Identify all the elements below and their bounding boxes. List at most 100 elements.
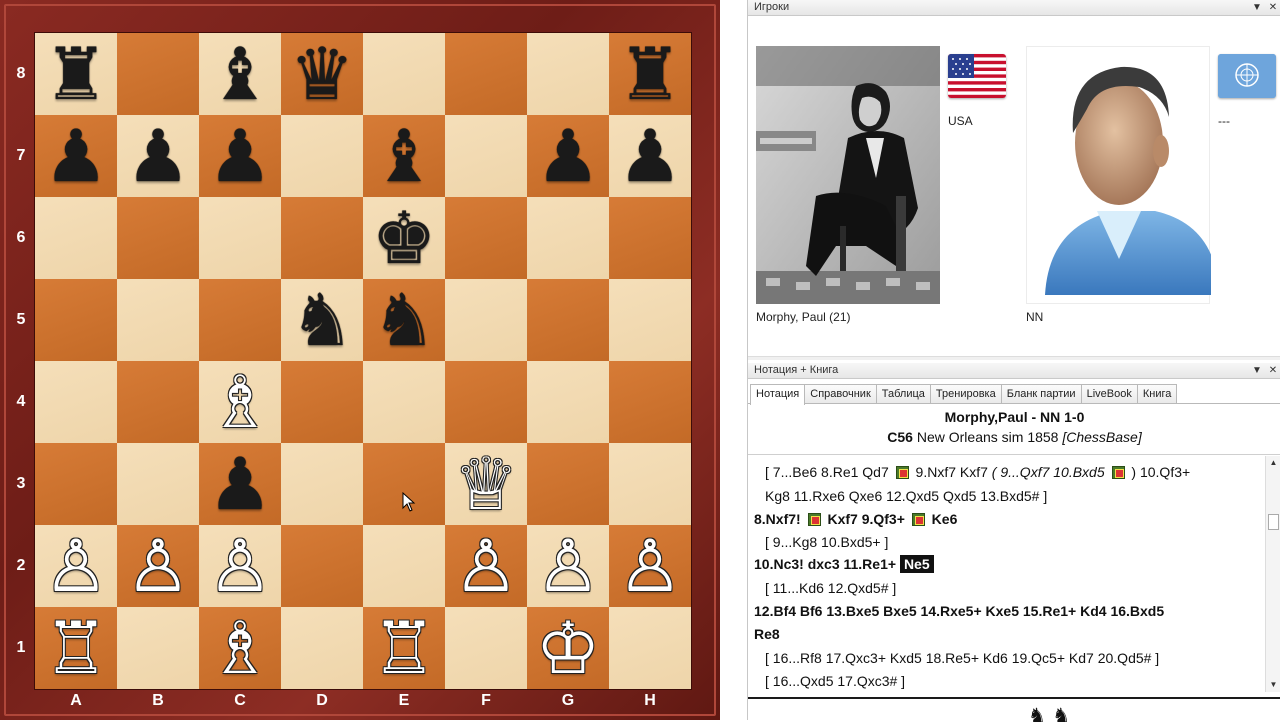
square-h5[interactable]	[609, 279, 691, 361]
square-g5[interactable]	[527, 279, 609, 361]
square-g3[interactable]	[527, 443, 609, 525]
move-text[interactable]: 9.Nxf7 Kxf7	[912, 464, 992, 480]
white-queen-icon[interactable]: ♕	[454, 448, 519, 520]
square-b5[interactable]	[117, 279, 199, 361]
square-h1[interactable]	[609, 607, 691, 689]
black-knight-icon[interactable]: ♞	[372, 284, 437, 356]
black-pawn-icon[interactable]: ♟	[536, 120, 601, 192]
square-d3[interactable]	[281, 443, 363, 525]
white-pawn-icon[interactable]: ♙	[44, 530, 109, 602]
black-queen-icon[interactable]: ♛	[290, 38, 355, 110]
square-d1[interactable]	[281, 607, 363, 689]
scroll-up-icon[interactable]: ▲	[1266, 456, 1280, 470]
notation-scrollbar[interactable]: ▲ ▼	[1265, 456, 1280, 692]
square-g7[interactable]: ♟	[527, 115, 609, 197]
square-e3[interactable]	[363, 443, 445, 525]
black-pawn-icon[interactable]: ♟	[618, 120, 683, 192]
square-e4[interactable]	[363, 361, 445, 443]
square-e7[interactable]: ♝	[363, 115, 445, 197]
notation-line[interactable]: [ 7...Be6 8.Re1 Qd7 9.Nxf7 Kxf7 ( 9...Qx…	[765, 464, 1190, 480]
square-h7[interactable]: ♟	[609, 115, 691, 197]
move-text[interactable]: Ke6	[928, 511, 958, 527]
white-rook-icon[interactable]: ♖	[44, 612, 109, 684]
square-h6[interactable]	[609, 197, 691, 279]
tab-reference[interactable]: Справочник	[804, 384, 877, 404]
white-pawn-icon[interactable]: ♙	[536, 530, 601, 602]
square-g6[interactable]	[527, 197, 609, 279]
black-pawn-icon[interactable]: ♟	[208, 120, 273, 192]
annotation-diagram-icon[interactable]	[911, 513, 925, 526]
white-king-icon[interactable]: ♔	[536, 612, 601, 684]
square-f6[interactable]	[445, 197, 527, 279]
square-b4[interactable]	[117, 361, 199, 443]
annotation-diagram-icon[interactable]	[1111, 466, 1125, 479]
square-h4[interactable]	[609, 361, 691, 443]
square-e5[interactable]: ♞	[363, 279, 445, 361]
pane-menu-icon[interactable]: ▼	[1250, 364, 1264, 377]
square-a2[interactable]: ♙	[35, 525, 117, 607]
square-c6[interactable]	[199, 197, 281, 279]
square-a5[interactable]	[35, 279, 117, 361]
white-pawn-icon[interactable]: ♙	[208, 530, 273, 602]
square-a3[interactable]	[35, 443, 117, 525]
tab-scoresheet[interactable]: Бланк партии	[1000, 384, 1082, 404]
black-rook-icon[interactable]: ♜	[44, 38, 109, 110]
pane-splitter[interactable]	[748, 356, 1280, 360]
square-a8[interactable]: ♜	[35, 33, 117, 115]
white-pawn-icon[interactable]: ♙	[618, 530, 683, 602]
square-g8[interactable]	[527, 33, 609, 115]
square-a6[interactable]	[35, 197, 117, 279]
white-rook-icon[interactable]: ♖	[372, 612, 437, 684]
scroll-thumb[interactable]	[1268, 514, 1279, 530]
pane-close-icon[interactable]: ✕	[1266, 1, 1280, 14]
notation-text[interactable]: [ 7...Be6 8.Re1 Qd7 9.Nxf7 Kxf7 ( 9...Qx…	[748, 456, 1268, 696]
chess-board[interactable]: ♜ ♝ ♛ ♜ ♟ ♟ ♟ ♝ ♟ ♟ ♚ ♞ ♞ ♗ ♟ ♕ ♙ ♙ ♙ ♙ ♙ ♙ ♖ ♗ ♖ ♔	[35, 33, 691, 689]
square-c4[interactable]: ♗	[199, 361, 281, 443]
square-h8[interactable]: ♜	[609, 33, 691, 115]
notation-line[interactable]: Re8	[754, 626, 780, 642]
square-f2[interactable]: ♙	[445, 525, 527, 607]
move-text[interactable]: ( 9...Qxf7 10.Bxd5	[992, 464, 1109, 480]
black-bishop-icon[interactable]: ♝	[208, 38, 273, 110]
square-d6[interactable]	[281, 197, 363, 279]
pane-menu-icon[interactable]: ▼	[1250, 1, 1264, 14]
square-b3[interactable]	[117, 443, 199, 525]
notation-line[interactable]: [ 16...Rf8 17.Qxc3+ Kxd5 18.Re5+ Kd6 19.…	[765, 650, 1159, 666]
square-d2[interactable]	[281, 525, 363, 607]
square-g4[interactable]	[527, 361, 609, 443]
white-pawn-icon[interactable]: ♙	[454, 530, 519, 602]
square-e8[interactable]	[363, 33, 445, 115]
square-b6[interactable]	[117, 197, 199, 279]
tab-table[interactable]: Таблица	[875, 384, 931, 404]
white-bishop-icon[interactable]: ♗	[208, 366, 273, 438]
move-text[interactable]: [ 7...Be6 8.Re1 Qd7	[765, 464, 893, 480]
square-f8[interactable]	[445, 33, 527, 115]
square-f1[interactable]	[445, 607, 527, 689]
move-text[interactable]: ) 10.Qf3+	[1128, 464, 1190, 480]
knight-icons[interactable]: ♞ ♞	[1028, 703, 1070, 727]
move-text[interactable]: 8.Nxf7!	[754, 511, 805, 527]
square-c7[interactable]: ♟	[199, 115, 281, 197]
notation-line[interactable]: [ 16...Qxd5 17.Qxc3# ]	[765, 673, 905, 689]
square-b2[interactable]: ♙	[117, 525, 199, 607]
square-h2[interactable]: ♙	[609, 525, 691, 607]
notation-line[interactable]: 12.Bf4 Bf6 13.Bxe5 Bxe5 14.Rxe5+ Kxe5 15…	[754, 603, 1164, 619]
black-rook-icon[interactable]: ♜	[618, 38, 683, 110]
tab-training[interactable]: Тренировка	[929, 384, 1002, 404]
square-c8[interactable]: ♝	[199, 33, 281, 115]
square-f7[interactable]	[445, 115, 527, 197]
square-f4[interactable]	[445, 361, 527, 443]
black-bishop-icon[interactable]: ♝	[372, 120, 437, 192]
square-g1[interactable]: ♔	[527, 607, 609, 689]
square-b8[interactable]	[117, 33, 199, 115]
square-f5[interactable]	[445, 279, 527, 361]
black-pawn-icon[interactable]: ♟	[44, 120, 109, 192]
notation-line[interactable]: Kg8 11.Rxe6 Qxe6 12.Qxd5 Qxd5 13.Bxd5# ]	[765, 488, 1047, 504]
move-text[interactable]: 10.Nc3! dxc3 11.Re1+	[754, 556, 900, 572]
square-a1[interactable]: ♖	[35, 607, 117, 689]
square-e6[interactable]: ♚	[363, 197, 445, 279]
square-d5[interactable]: ♞	[281, 279, 363, 361]
annotation-diagram-icon[interactable]	[807, 513, 821, 526]
current-move[interactable]: Ne5	[899, 555, 934, 573]
notation-line[interactable]: [ 11...Kd6 12.Qxd5# ]	[765, 580, 896, 596]
